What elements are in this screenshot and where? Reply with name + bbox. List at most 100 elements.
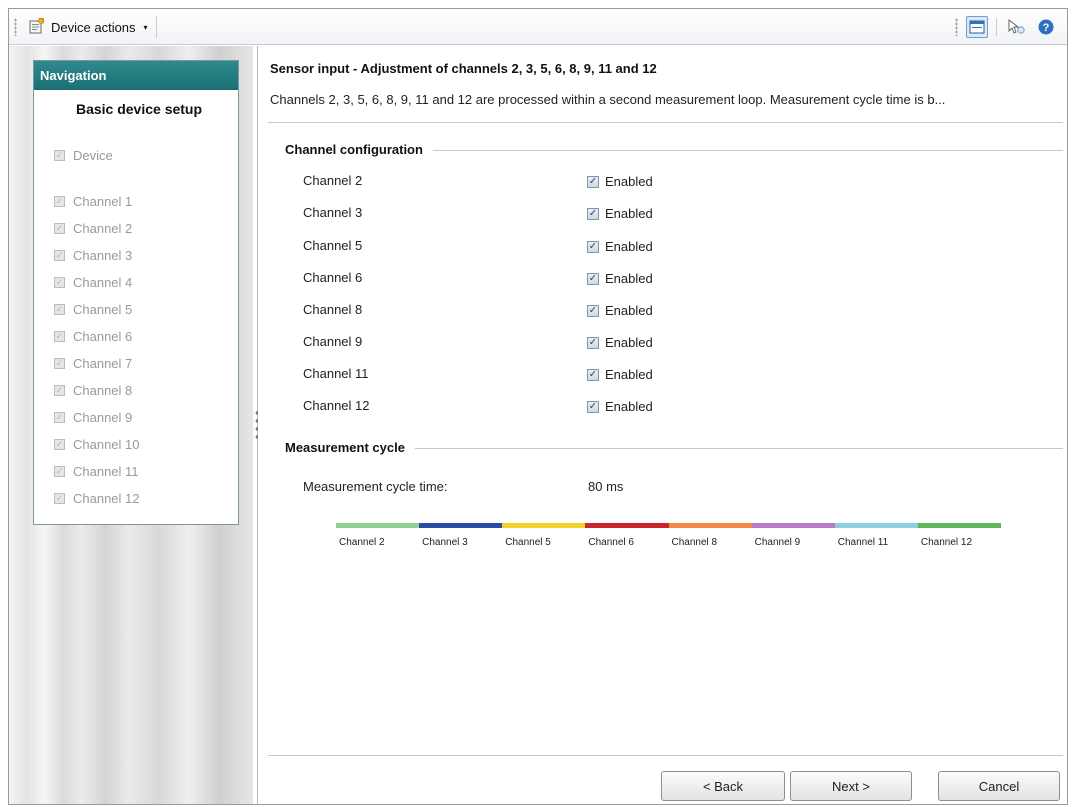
nav-item-label: Channel 4 xyxy=(73,275,133,290)
cycle-segment xyxy=(917,523,1001,528)
nav-item-label: Channel 5 xyxy=(73,302,133,317)
cycle-segment-label: Channel 6 xyxy=(588,537,634,548)
toolbar-right-group: ? xyxy=(955,16,1057,38)
channel-row: Channel 3 ✓ Enabled xyxy=(258,205,1058,225)
checkbox-checked-icon: ✓ xyxy=(587,272,599,285)
cycle-segment-label: Channel 8 xyxy=(671,537,718,548)
enabled-checkbox[interactable]: ✓ Enabled xyxy=(587,174,653,189)
nav-item-label: Device xyxy=(73,148,113,163)
navigation-panel: Navigation Basic device setup ✓ Device ✓… xyxy=(33,60,239,525)
help-button[interactable]: ? xyxy=(1035,16,1057,38)
cycle-segment xyxy=(834,523,918,528)
check-icon: ✓ xyxy=(54,331,65,342)
nav-item-channel-9[interactable]: ✓ Channel 9 xyxy=(54,410,132,425)
check-icon: ✓ xyxy=(54,466,65,477)
navigation-header: Navigation xyxy=(34,61,238,90)
check-icon: ✓ xyxy=(54,150,65,161)
nav-item-channel-3[interactable]: ✓ Channel 3 xyxy=(54,248,132,263)
check-icon: ✓ xyxy=(54,223,65,234)
channel-label: Channel 6 xyxy=(303,270,363,285)
cycle-segment-label: Channel 3 xyxy=(422,537,468,548)
cycle-segment-label: Channel 2 xyxy=(339,537,385,548)
cancel-button[interactable]: Cancel xyxy=(938,771,1060,801)
channel-row: Channel 11 ✓ Enabled xyxy=(258,366,1058,386)
nav-item-label: Channel 8 xyxy=(73,383,133,398)
enabled-checkbox[interactable]: ✓ Enabled xyxy=(587,239,653,254)
channel-label: Channel 5 xyxy=(303,238,363,253)
nav-item-channel-1[interactable]: ✓ Channel 1 xyxy=(54,194,132,209)
nav-item-channel-4[interactable]: ✓ Channel 4 xyxy=(54,275,132,290)
nav-item-device[interactable]: ✓ Device xyxy=(54,148,113,163)
nav-item-channel-11[interactable]: ✓ Channel 11 xyxy=(54,464,139,479)
cycle-segment-label: Channel 12 xyxy=(920,537,973,548)
enabled-checkbox[interactable]: ✓ Enabled xyxy=(587,303,653,318)
checkbox-checked-icon: ✓ xyxy=(587,336,599,349)
measurement-cycle-label: Measurement cycle time: xyxy=(303,479,448,494)
checkbox-checked-icon: ✓ xyxy=(587,207,599,220)
toolbar: Device actions ▾ ? xyxy=(9,9,1067,45)
footer-divider xyxy=(268,755,1063,756)
device-actions-label: Device actions xyxy=(51,19,136,35)
channel-label: Channel 11 xyxy=(303,366,369,381)
checkbox-label: Enabled xyxy=(605,206,653,221)
channel-configuration-title: Channel configuration xyxy=(285,142,433,157)
svg-text:?: ? xyxy=(1043,22,1050,34)
device-dtm-window: Device actions ▾ ? Navigation Basic devi… xyxy=(8,8,1068,805)
checkbox-label: Enabled xyxy=(605,271,653,286)
enabled-checkbox[interactable]: ✓ Enabled xyxy=(587,399,653,414)
nav-item-channel-2[interactable]: ✓ Channel 2 xyxy=(54,221,132,236)
channel-label: Channel 3 xyxy=(303,205,363,220)
channel-row: Channel 8 ✓ Enabled xyxy=(258,302,1058,322)
context-help-button[interactable] xyxy=(1005,16,1027,38)
nav-item-label: Channel 2 xyxy=(73,221,133,236)
channel-row: Channel 9 ✓ Enabled xyxy=(258,334,1058,354)
window-layout-button[interactable] xyxy=(966,16,988,38)
next-button[interactable]: Next > xyxy=(790,771,912,801)
cycle-segment xyxy=(336,523,420,528)
check-icon: ✓ xyxy=(54,358,65,369)
navigation-title[interactable]: Basic device setup xyxy=(34,90,238,130)
check-icon: ✓ xyxy=(54,250,65,261)
check-icon: ✓ xyxy=(54,304,65,315)
enabled-checkbox[interactable]: ✓ Enabled xyxy=(587,271,653,286)
enabled-checkbox[interactable]: ✓ Enabled xyxy=(587,367,653,382)
measurement-cycle-value: 80 ms xyxy=(588,479,624,494)
main-content: Sensor input - Adjustment of channels 2,… xyxy=(258,46,1067,804)
device-actions-button[interactable]: Device actions ▾ xyxy=(24,16,157,38)
nav-item-label: Channel 3 xyxy=(73,248,133,263)
toolbar-grip[interactable] xyxy=(14,18,17,36)
checkbox-checked-icon: ✓ xyxy=(587,400,599,413)
checkbox-checked-icon: ✓ xyxy=(587,240,599,253)
check-icon: ✓ xyxy=(54,385,65,396)
checkbox-checked-icon: ✓ xyxy=(587,304,599,317)
enabled-checkbox[interactable]: ✓ Enabled xyxy=(587,206,653,221)
nav-item-channel-7[interactable]: ✓ Channel 7 xyxy=(54,356,132,371)
checkbox-checked-icon: ✓ xyxy=(587,175,599,188)
checkbox-label: Enabled xyxy=(605,335,653,350)
measurement-cycle-bar xyxy=(336,523,1001,528)
nav-item-label: Channel 10 xyxy=(73,437,140,452)
check-icon: ✓ xyxy=(54,196,65,207)
nav-item-channel-6[interactable]: ✓ Channel 6 xyxy=(54,329,132,344)
pointer-help-icon xyxy=(1008,19,1025,34)
nav-item-channel-8[interactable]: ✓ Channel 8 xyxy=(54,383,132,398)
cycle-segment xyxy=(751,523,835,528)
nav-item-channel-12[interactable]: ✓ Channel 12 xyxy=(54,491,140,506)
nav-item-channel-5[interactable]: ✓ Channel 5 xyxy=(54,302,132,317)
enabled-checkbox[interactable]: ✓ Enabled xyxy=(587,335,653,350)
nav-item-label: Channel 11 xyxy=(73,464,139,479)
channel-row: Channel 6 ✓ Enabled xyxy=(258,270,1058,290)
channel-label: Channel 2 xyxy=(303,173,363,188)
back-button[interactable]: < Back xyxy=(661,771,785,801)
nav-item-label: Channel 6 xyxy=(73,329,133,344)
checkbox-label: Enabled xyxy=(605,367,653,382)
toolbar-grip-right[interactable] xyxy=(955,18,958,36)
chevron-down-icon: ▾ xyxy=(143,22,148,32)
nav-item-channel-10[interactable]: ✓ Channel 10 xyxy=(54,437,140,452)
page-title: Sensor input - Adjustment of channels 2,… xyxy=(270,61,657,76)
measurement-cycle-title: Measurement cycle xyxy=(285,440,415,455)
nav-item-label: Channel 9 xyxy=(73,410,133,425)
check-icon: ✓ xyxy=(54,412,65,423)
checkbox-label: Enabled xyxy=(605,239,653,254)
cycle-segment xyxy=(502,523,586,528)
